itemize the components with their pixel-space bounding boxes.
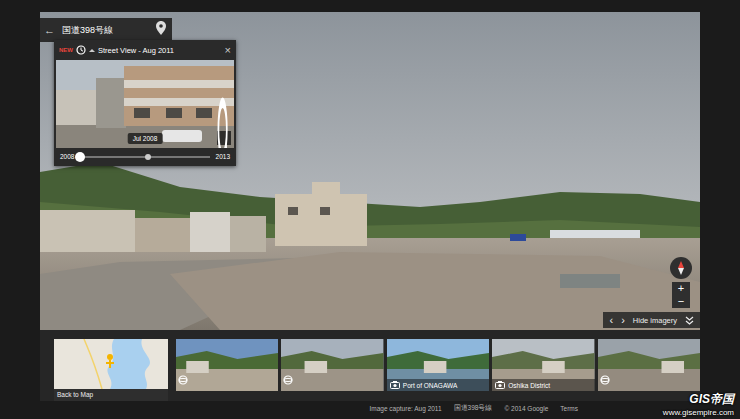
attribution-text: Image capture: Aug 2011	[369, 405, 441, 412]
new-badge: NEW	[59, 47, 73, 53]
watermark-logo: GIS帝国	[689, 391, 734, 408]
watermark: GIS帝国www.gisempire.com	[663, 391, 734, 417]
thumbnail-photo	[176, 339, 278, 391]
panorama-icon	[178, 375, 188, 385]
filmstrip-item[interactable]: Port of ONAGAWA	[387, 339, 489, 391]
thumbnail-photo	[281, 339, 383, 391]
map-thumbnail	[54, 339, 168, 389]
clock-icon	[76, 45, 86, 55]
zoom-out-button[interactable]: −	[678, 295, 684, 308]
zoom-control: +−	[672, 282, 690, 308]
magnifier-icon	[217, 94, 231, 148]
panorama-badge	[283, 371, 293, 389]
filmstrip-item[interactable]	[281, 339, 383, 391]
historic-photo[interactable]: Jul 2008	[56, 60, 234, 148]
start-year: 2008	[60, 153, 74, 160]
photo-list: Port of ONAGAWA Oshika District	[176, 339, 700, 401]
attribution-text: 国道398号線	[454, 404, 493, 413]
close-button[interactable]: ×	[225, 44, 231, 56]
watermark-url: www.gisempire.com	[663, 408, 734, 417]
filmstrip-item[interactable]: Oshika District	[492, 339, 594, 391]
filmstrip: Back to Map Port of ONAGAWA Oshika Distric…	[40, 330, 700, 401]
caption-text: Oshika District	[508, 382, 550, 389]
expand-button[interactable]	[217, 131, 231, 145]
chevron-down-icon	[685, 316, 694, 325]
compass[interactable]	[670, 257, 692, 279]
caret-icon	[89, 47, 95, 53]
imagery-bar: ‹ › Hide imagery	[603, 312, 700, 328]
slider-track[interactable]	[80, 156, 209, 158]
back-button[interactable]: ←	[44, 24, 56, 36]
compass-icon	[674, 261, 688, 275]
panorama-icon	[600, 375, 610, 385]
photo-caption: Port of ONAGAWA	[387, 379, 489, 391]
street-view[interactable]: ← 国道398号線 NEW Street View - Aug 2011× Jul 20…	[40, 12, 700, 330]
back-to-map-label: Back to Map	[54, 389, 168, 400]
attribution-bar: Image capture: Aug 2011 国道398号線 © 2014 Goo…	[40, 401, 700, 416]
back-to-map[interactable]: Back to Map	[54, 339, 168, 401]
filmstrip-item[interactable]	[598, 339, 700, 391]
panorama-badge	[178, 371, 188, 389]
thumbnail-photo	[598, 339, 700, 391]
camera-icon	[495, 380, 505, 390]
attribution-text: © 2014 Google	[504, 405, 548, 412]
photo-caption: Oshika District	[492, 379, 594, 391]
location-title: 国道398号線	[62, 24, 150, 37]
zoom-in-button[interactable]: +	[678, 282, 684, 295]
end-year: 2013	[216, 153, 230, 160]
time-machine-header: NEW Street View - Aug 2011×	[54, 40, 236, 60]
time-machine-title: Street View - Aug 2011	[98, 46, 222, 55]
photo-date-label: Jul 2008	[128, 133, 163, 144]
panorama-badge	[600, 371, 610, 389]
location-bar: ← 国道398号線	[40, 18, 172, 42]
terms-link[interactable]: Terms	[560, 405, 578, 412]
pin-button[interactable]	[156, 21, 166, 39]
filmstrip-item[interactable]	[176, 339, 278, 391]
panorama-icon	[283, 375, 293, 385]
camera-icon	[390, 380, 400, 390]
slider-thumb[interactable]	[75, 152, 85, 162]
time-machine-panel: NEWStreet View - Aug 2011×Jul 2008200820…	[54, 40, 236, 166]
previous-button[interactable]: ‹	[609, 314, 613, 326]
date-slider: 2008 2013	[54, 148, 236, 166]
pin-icon	[156, 21, 166, 35]
hide-imagery-button[interactable]: Hide imagery	[633, 316, 677, 325]
current-date-marker	[145, 154, 151, 160]
next-button[interactable]: ›	[621, 314, 625, 326]
caption-text: Port of ONAGAWA	[403, 382, 457, 389]
